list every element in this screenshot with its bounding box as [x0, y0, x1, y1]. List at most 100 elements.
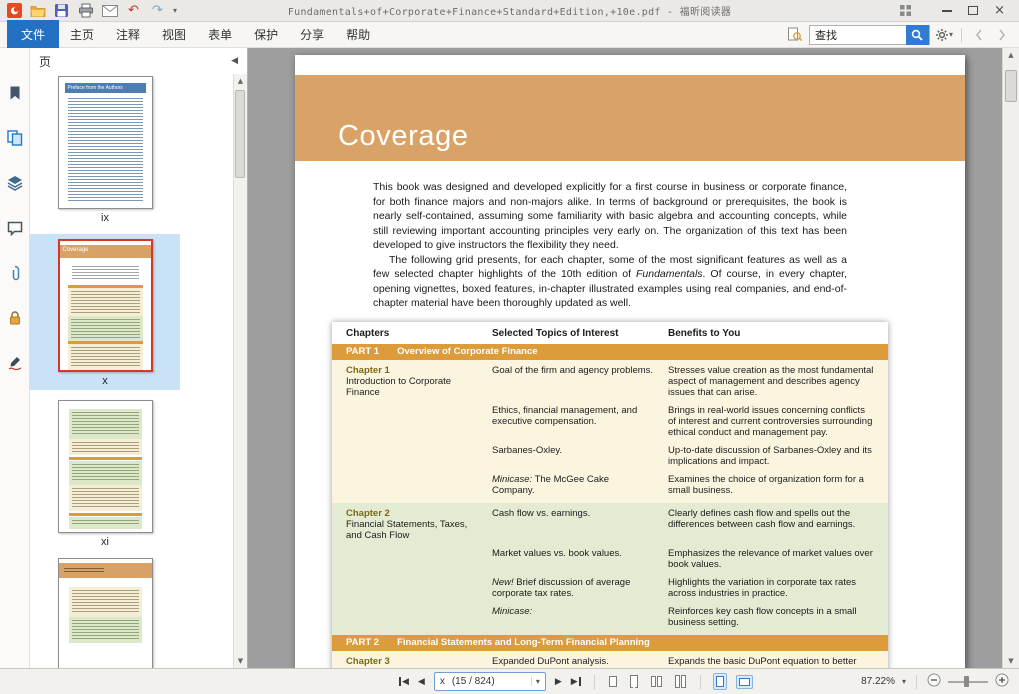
zoom-slider-handle[interactable]: [964, 676, 969, 687]
chevron-down-icon[interactable]: ▾: [531, 677, 540, 686]
tab-home[interactable]: 主页: [59, 21, 105, 48]
print-icon[interactable]: [77, 3, 94, 19]
thumbnail-item-xi[interactable]: xi: [30, 400, 180, 548]
zoom-controls: 87.22% ▾: [861, 669, 1009, 694]
gear-caret-icon[interactable]: ▾: [949, 30, 953, 39]
previous-view-icon[interactable]: [970, 25, 988, 45]
zoom-out-button[interactable]: [927, 673, 941, 690]
thumbnail-page[interactable]: [58, 558, 153, 668]
gear-icon[interactable]: ▾: [935, 25, 953, 45]
scrollbar-thumb[interactable]: [1005, 70, 1017, 102]
view-continuous-icon[interactable]: [628, 673, 640, 690]
scroll-up-arrow[interactable]: ▲: [1003, 51, 1019, 59]
pdf-page: Coverage This book was designed and deve…: [295, 55, 965, 668]
document-viewer[interactable]: Coverage This book was designed and deve…: [248, 48, 1019, 668]
next-view-icon[interactable]: [993, 25, 1011, 45]
attachments-icon[interactable]: [6, 264, 24, 282]
part-label: PART 2: [346, 637, 379, 648]
thumb-decor: [69, 517, 142, 529]
collapse-panel-icon[interactable]: ◀: [231, 56, 238, 66]
topic-cell: New! Brief discussion of average corpora…: [492, 577, 668, 599]
redo-icon[interactable]: ↷: [149, 3, 166, 19]
email-icon[interactable]: [101, 3, 118, 19]
thumbnail-list: Preface from the Authors ix Coverage: [30, 74, 180, 668]
security-lock-icon[interactable]: [6, 309, 24, 327]
chapter-name: Chapter 3: [346, 656, 482, 667]
thumb-decor: [69, 409, 142, 439]
qat-customize-caret-icon[interactable]: ▾: [173, 6, 177, 15]
benefit-cell: Up-to-date discussion of Sarbanes-Oxley …: [668, 445, 874, 467]
window-controls: ×: [899, 4, 1013, 17]
find-in-document-icon[interactable]: [786, 25, 804, 45]
previous-page-button[interactable]: ◀: [418, 677, 425, 687]
empty-cell: [346, 445, 492, 467]
search-input[interactable]: [810, 26, 906, 44]
coverage-table: Chapters Selected Topics of Interest Ben…: [332, 322, 888, 668]
pages-thumbnails-icon[interactable]: [6, 129, 24, 147]
first-page-button[interactable]: ◀: [398, 677, 409, 687]
scroll-up-arrow[interactable]: ▲: [234, 77, 247, 85]
comments-icon[interactable]: [6, 219, 24, 237]
topic-cell: Sarbanes-Oxley.: [492, 445, 668, 467]
thumbnail-page-current[interactable]: Coverage: [58, 239, 153, 372]
undo-icon[interactable]: ↶: [125, 3, 142, 19]
zoom-percentage: 87.22%: [861, 676, 895, 687]
last-page-button[interactable]: ▶: [571, 677, 582, 687]
thumb-decor: [69, 513, 142, 516]
view-facing-icon[interactable]: [649, 674, 664, 689]
view-single-page-icon[interactable]: [607, 674, 619, 689]
page-number-box[interactable]: x (15 / 824) ▾: [434, 672, 546, 691]
tab-share[interactable]: 分享: [289, 21, 335, 48]
tab-form[interactable]: 表单: [197, 21, 243, 48]
tab-comment[interactable]: 注释: [105, 21, 151, 48]
zoom-slider[interactable]: [948, 676, 988, 687]
thumbnail-page[interactable]: [58, 400, 153, 533]
tab-protect[interactable]: 保护: [243, 21, 289, 48]
open-file-icon[interactable]: [29, 3, 46, 19]
thumb-decor: [64, 568, 104, 574]
close-button[interactable]: ×: [994, 4, 1005, 17]
chapter-cell: Chapter 3 Working with Financial: [346, 656, 492, 668]
part-label: PART 1: [346, 346, 379, 357]
thumbnail-page[interactable]: Preface from the Authors: [58, 76, 153, 209]
page-thumbnail-panel: 页 ◀ Preface from the Authors ix: [30, 48, 248, 668]
layers-icon[interactable]: [6, 174, 24, 192]
page-navigation-group: ◀ ◀ x (15 / 824) ▾ ▶ ▶: [398, 669, 753, 694]
page-label: x: [440, 676, 445, 687]
fit-page-icon[interactable]: [713, 673, 727, 690]
app-window: ↶ ↷ ▾ Fundamentals+of+Corporate+Finance+…: [0, 0, 1019, 694]
search-button[interactable]: [906, 25, 929, 45]
minimize-button[interactable]: [942, 10, 952, 12]
thumbnail-item-x-selected[interactable]: Coverage x: [30, 234, 180, 390]
zoom-in-button[interactable]: [995, 673, 1009, 690]
fit-width-icon[interactable]: [736, 675, 753, 689]
tab-help[interactable]: 帮助: [335, 21, 381, 48]
page-heading: Coverage: [295, 75, 965, 151]
paragraph: This book was designed and developed exp…: [373, 180, 847, 253]
chapter-subtitle: Financial Statements, Taxes, and Cash Fl…: [346, 519, 482, 541]
chapter2-section: Chapter 2 Financial Statements, Taxes, a…: [332, 503, 888, 635]
empty-cell: [346, 606, 492, 628]
signature-icon[interactable]: [6, 354, 24, 372]
scroll-down-arrow[interactable]: ▼: [234, 657, 247, 665]
panel-title: 页: [39, 53, 51, 70]
scroll-down-arrow[interactable]: ▼: [1003, 657, 1019, 665]
title-bar: ↶ ↷ ▾ Fundamentals+of+Corporate+Finance+…: [0, 0, 1019, 22]
save-icon[interactable]: [53, 3, 70, 19]
topic-cell: Ethics, financial management, and execut…: [492, 405, 668, 438]
zoom-dropdown-caret-icon[interactable]: ▾: [902, 677, 906, 686]
page-info: (15 / 824): [452, 676, 495, 687]
scrollbar-thumb[interactable]: [235, 90, 245, 178]
maximize-button[interactable]: [968, 6, 978, 15]
page-banner: Coverage: [295, 75, 965, 161]
layout-grid-icon[interactable]: [899, 4, 912, 17]
thumbnail-item-ix[interactable]: Preface from the Authors ix: [30, 76, 180, 224]
view-continuous-facing-icon[interactable]: [673, 673, 688, 690]
vertical-scrollbar[interactable]: ▲ ▼: [1002, 48, 1019, 668]
next-page-button[interactable]: ▶: [555, 677, 562, 687]
thumbnail-scrollbar[interactable]: ▲ ▼: [233, 74, 247, 668]
tab-view[interactable]: 视图: [151, 21, 197, 48]
bookmark-icon[interactable]: [6, 84, 24, 102]
thumbnail-item-next[interactable]: [30, 558, 180, 668]
tab-file[interactable]: 文件: [7, 20, 59, 49]
